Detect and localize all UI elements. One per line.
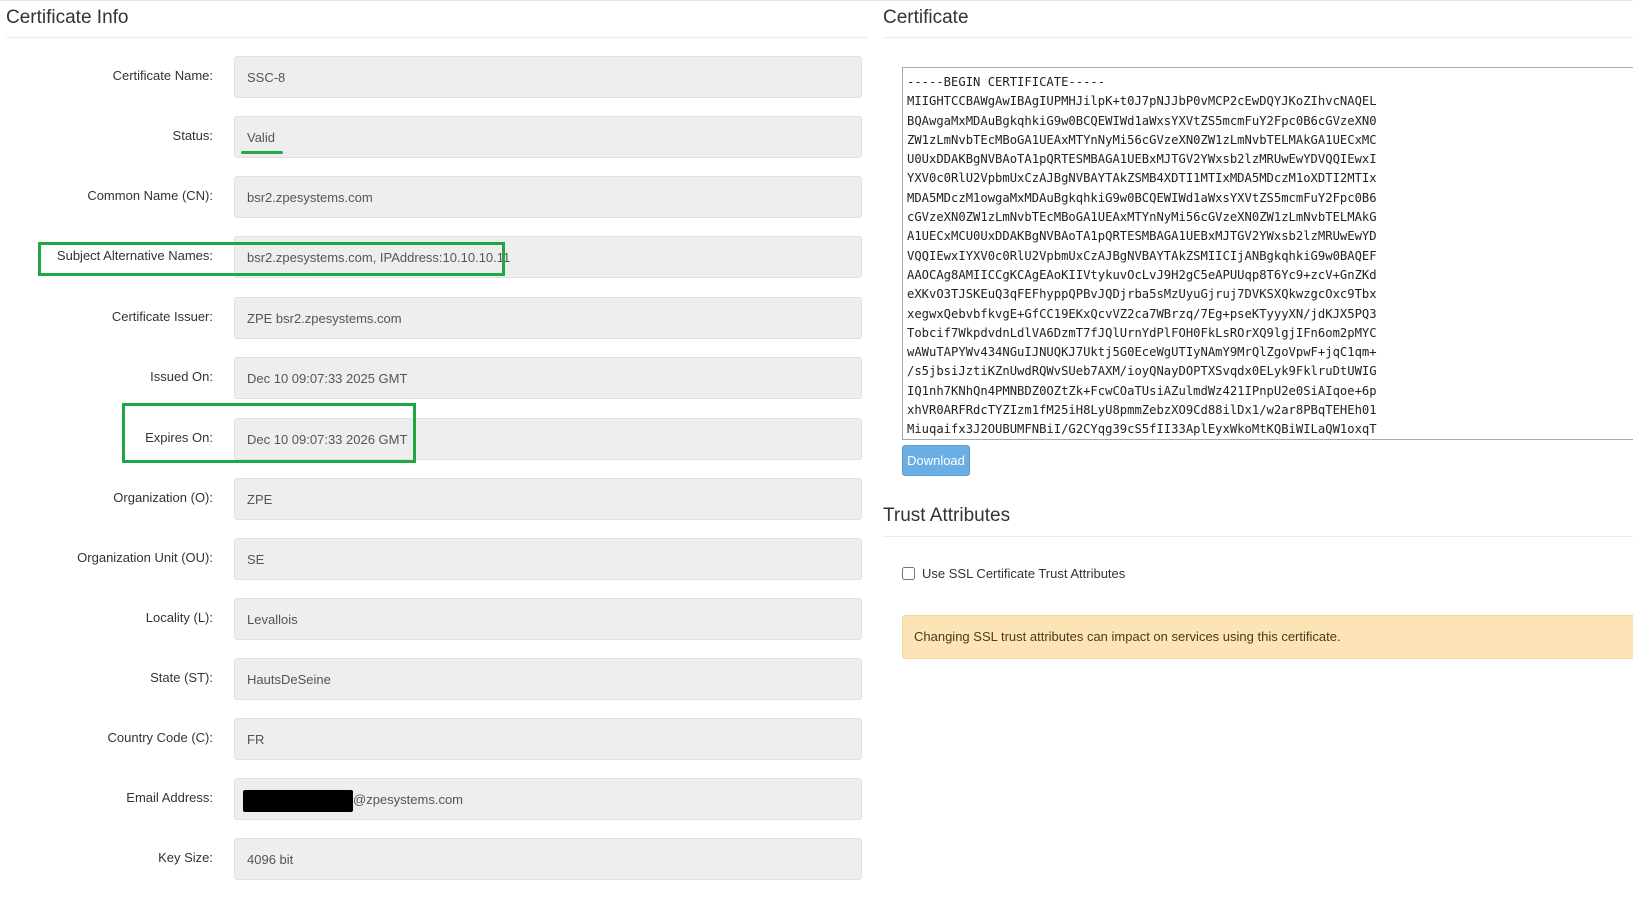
organization-field[interactable]: ZPE [234,478,862,520]
field-row-expires-on: Expires On: Dec 10 09:07:33 2026 GMT [0,418,870,462]
use-ssl-trust-label: Use SSL Certificate Trust Attributes [922,566,1126,581]
country-code-label: Country Code (C): [107,730,213,745]
cert-line: /s5jbsiJztiKZnUwdRQWvSUeb7AXM/ioyQNayDOP… [907,364,1377,379]
issued-on-label: Issued On: [150,369,213,384]
status-field[interactable]: Valid [234,116,862,158]
subject-alternative-names-label: Subject Alternative Names: [56,248,213,263]
certificate-issuer-label: Certificate Issuer: [111,309,213,324]
certificate-pem-textarea[interactable]: -----BEGIN CERTIFICATE----- MIIGHTCCBAWg… [902,67,1633,440]
field-row-subject-alternative-names: Subject Alternative Names: bsr2.zpesyste… [0,236,870,280]
certificate-issuer-field[interactable]: ZPE bsr2.zpesystems.com [234,297,862,339]
trust-attributes-title: Trust Attributes [883,505,1011,526]
field-row-state: State (ST): HautsDeSeine [0,658,870,702]
cert-line: xhVR0ARFRdcTYZIzm1fM25iH8LyU8pmmZebzXO9C… [907,403,1377,418]
cert-line: Tobcif7WkpdvdnLdlVA6DzmT7fJQlUrnYdPlFOH0… [907,325,1377,340]
organization-label: Organization (O): [113,490,213,505]
expires-on-label: Expires On: [145,430,213,445]
key-size-field[interactable]: 4096 bit [234,838,862,880]
cert-line: BQAwgaMxMDAuBgkqhkiG9w0BCQEWIWd1aWxsYXVt… [907,113,1377,128]
field-row-email-address: Email Address: @zpesystems.com [0,778,870,822]
cert-line: wAWuTAPYWv434NGuIJNUQKJ7Uktj5G0EceWgUTIy… [907,345,1377,360]
top-divider [0,0,1633,1]
locality-field[interactable]: Levallois [234,598,862,640]
cert-line: YXV0c0RlU2VpbmUxCzAJBgNVBAYTAkZSMB4XDTI1… [907,171,1377,186]
field-row-certificate-issuer: Certificate Issuer: ZPE bsr2.zpesystems.… [0,297,870,341]
certificate-name-label: Certificate Name: [112,68,213,83]
issued-on-field[interactable]: Dec 10 09:07:33 2025 GMT [234,357,862,399]
field-row-locality: Locality (L): Levallois [0,598,870,642]
email-address-field[interactable]: @zpesystems.com [234,778,862,820]
download-button[interactable]: Download [902,445,970,476]
status-valid-underline [241,151,283,154]
use-ssl-trust-checkbox[interactable] [902,567,915,580]
certificate-name-field[interactable]: SSC-8 [234,56,862,98]
cert-line: MIIGHTCCBAWgAwIBAgIUPMHJilpK+t0J7pNJJbP0… [907,94,1377,109]
key-size-label: Key Size: [158,850,213,865]
field-row-issued-on: Issued On: Dec 10 09:07:33 2025 GMT [0,357,870,401]
common-name-label: Common Name (CN): [87,188,213,203]
country-code-field[interactable]: FR [234,718,862,760]
organization-unit-label: Organization Unit (OU): [77,550,213,565]
status-label: Status: [172,128,213,143]
field-row-country-code: Country Code (C): FR [0,718,870,762]
email-address-label: Email Address: [126,790,213,805]
state-label: State (ST): [150,670,213,685]
field-row-organization: Organization (O): ZPE [0,478,870,522]
cert-line: MDA5MDczM1owgaMxMDAuBgkqhkiG9w0BCQEWIWd1… [907,190,1377,205]
certificate-info-title: Certificate Info [6,7,129,28]
status-value: Valid [247,130,275,145]
certificate-info-divider [6,37,868,38]
expires-on-field[interactable]: Dec 10 09:07:33 2026 GMT [234,418,862,460]
trust-attributes-divider [883,536,1633,537]
cert-line: Miuqaifx3J2OUBUMFNBiI/G2CYqg39cS5fII33Ap… [907,422,1377,437]
locality-label: Locality (L): [145,610,213,625]
email-domain-value: @zpesystems.com [353,792,463,807]
cert-line: ZW1zLmNvbTEcMBoGA1UEAxMTYnNyMi56cGVzeXN0… [907,132,1377,147]
cert-line: A1UECxMCU0UxDDAKBgNVBAoTA1pQRTESMBAGA1UE… [907,229,1377,244]
trust-warning-alert: Changing SSL trust attributes can impact… [902,615,1633,659]
field-row-organization-unit: Organization Unit (OU): SE [0,538,870,582]
state-field[interactable]: HautsDeSeine [234,658,862,700]
field-row-status: Status: Valid [0,116,870,160]
organization-unit-field[interactable]: SE [234,538,862,580]
cert-line: -----BEGIN CERTIFICATE----- [907,75,1106,89]
field-row-certificate-name: Certificate Name: SSC-8 [0,56,870,100]
redaction-bar [243,789,353,812]
cert-line: VQQIEwxIYXV0c0RlU2VpbmUxCzAJBgNVBAYTAkZS… [907,248,1377,263]
subject-alternative-names-field[interactable]: bsr2.zpesystems.com, IPAddress:10.10.10.… [234,236,862,278]
cert-line: cGVzeXN0ZW1zLmNvbTEcMBoGA1UEAxMTYnNyMi56… [907,210,1377,225]
cert-line: IQ1nh7KNhQn4PMNBDZ0OZtZk+FcwCOaTUsiAZulm… [907,383,1377,398]
cert-line: eXKvO3TJSKEuQ3qFEFhyppQPBvJQDjrba5sMzUyu… [907,287,1377,302]
common-name-field[interactable]: bsr2.zpesystems.com [234,176,862,218]
certificate-divider [883,37,1633,38]
field-row-common-name: Common Name (CN): bsr2.zpesystems.com [0,176,870,220]
cert-line: U0UxDDAKBgNVBAoTA1pQRTESMBAGA1UEBxMJTGV2… [907,152,1377,167]
certificate-title: Certificate [883,7,969,28]
cert-line: xegwxQebvbfkvgE+GfCC19EKxQcvVZ2ca7WBrzq/… [907,306,1377,321]
cert-line: AAOCAg8AMIICCgKCAgEAoKIIVtykuvOcLvJ9H2gC… [907,267,1377,282]
field-row-key-size: Key Size: 4096 bit [0,838,870,882]
